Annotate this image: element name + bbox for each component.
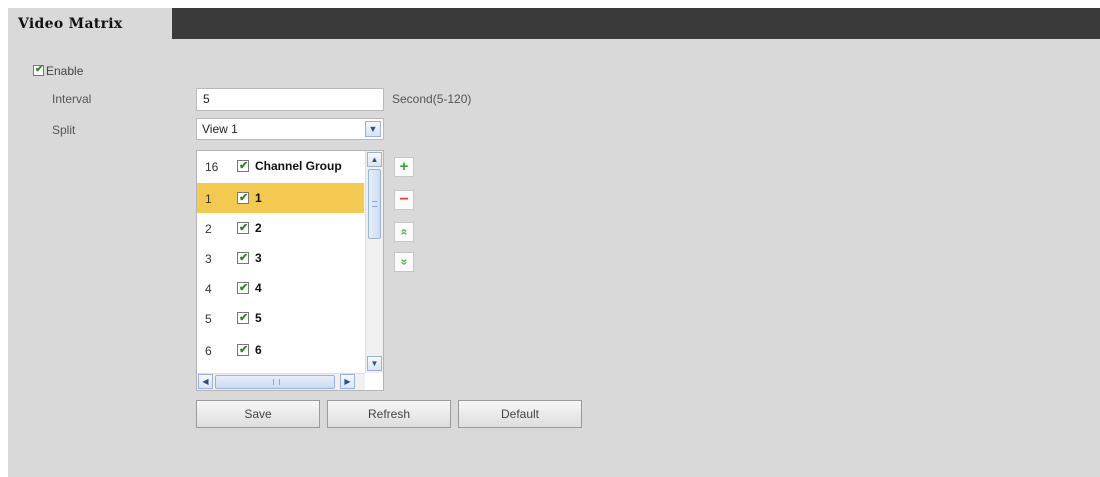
remove-channel-button[interactable]: −: [394, 190, 414, 210]
horizontal-scrollbar[interactable]: ◀ ▶: [197, 373, 365, 390]
interval-unit: Second(5-120): [392, 92, 472, 106]
check-icon: ✔: [239, 222, 249, 234]
scroll-down-icon[interactable]: ▼: [367, 356, 382, 371]
channel-list-header[interactable]: 16 ✔ Channel Group: [197, 151, 364, 181]
interval-label: Interval: [52, 92, 92, 106]
scroll-right-icon[interactable]: ▶: [340, 374, 355, 389]
list-item[interactable]: 3 ✔ 3: [197, 243, 364, 273]
split-value: View 1: [202, 122, 238, 136]
move-up-button[interactable]: «: [394, 222, 414, 242]
list-item[interactable]: 1 ✔ 1: [197, 183, 364, 213]
enable-checkbox[interactable]: ✔: [33, 64, 44, 76]
row-checkbox[interactable]: ✔: [237, 252, 249, 264]
minus-icon: −: [399, 191, 409, 208]
row-name: 5: [255, 311, 262, 325]
row-number: 2: [205, 222, 212, 236]
tab-video-matrix[interactable]: Video Matrix: [8, 8, 172, 41]
double-chevron-up-icon: «: [397, 228, 411, 236]
row-number: 3: [205, 252, 212, 266]
row-name: 6: [255, 343, 262, 357]
row-number: 6: [205, 344, 212, 358]
channel-group-label: Channel Group: [255, 159, 342, 173]
default-button[interactable]: Default: [458, 400, 582, 428]
scroll-up-icon[interactable]: ▲: [367, 152, 382, 167]
row-number: 1: [205, 192, 212, 206]
check-icon: ✔: [239, 344, 249, 356]
channel-count: 16: [205, 160, 219, 174]
select-all-checkbox[interactable]: ✔: [237, 160, 249, 172]
check-icon: ✔: [239, 252, 249, 264]
row-name: 4: [255, 281, 262, 295]
row-checkbox[interactable]: ✔: [237, 192, 249, 204]
list-item[interactable]: 6 ✔ 6: [197, 335, 364, 365]
double-chevron-down-icon: »: [397, 258, 411, 266]
list-item[interactable]: 5 ✔ 5: [197, 303, 364, 333]
tab-title: Video Matrix: [18, 16, 123, 32]
check-icon: ✔: [35, 64, 44, 75]
move-down-button[interactable]: »: [394, 252, 414, 272]
check-icon: ✔: [239, 192, 249, 204]
channel-list: 16 ✔ Channel Group 1 ✔ 1 2 ✔ 2 3 ✔ 3 4 ✔…: [196, 150, 384, 391]
interval-input[interactable]: 5: [196, 88, 384, 111]
plus-icon: +: [399, 158, 409, 175]
split-label: Split: [52, 123, 76, 137]
refresh-button[interactable]: Refresh: [327, 400, 451, 428]
horizontal-scroll-thumb[interactable]: [215, 375, 335, 389]
check-icon: ✔: [239, 160, 249, 172]
row-name: 2: [255, 221, 262, 235]
save-button[interactable]: Save: [196, 400, 320, 428]
list-item[interactable]: 2 ✔ 2: [197, 213, 364, 243]
vertical-scrollbar[interactable]: ▲ ▼: [365, 151, 383, 373]
row-checkbox[interactable]: ✔: [237, 312, 249, 324]
chevron-down-icon[interactable]: ▼: [365, 121, 381, 137]
check-icon: ✔: [239, 282, 249, 294]
row-number: 5: [205, 312, 212, 326]
row-name: 3: [255, 251, 262, 265]
row-checkbox[interactable]: ✔: [237, 222, 249, 234]
add-channel-button[interactable]: +: [394, 157, 414, 177]
scroll-left-icon[interactable]: ◀: [198, 374, 213, 389]
check-icon: ✔: [239, 312, 249, 324]
vertical-scroll-thumb[interactable]: [368, 169, 381, 239]
row-checkbox[interactable]: ✔: [237, 282, 249, 294]
row-name: 1: [255, 191, 262, 205]
row-number: 4: [205, 282, 212, 296]
grip-icon: [273, 379, 280, 385]
row-checkbox[interactable]: ✔: [237, 344, 249, 356]
enable-label: Enable: [46, 64, 84, 78]
split-select[interactable]: View 1 ▼: [196, 118, 384, 140]
list-item[interactable]: 4 ✔ 4: [197, 273, 364, 303]
grip-icon: [372, 201, 377, 207]
